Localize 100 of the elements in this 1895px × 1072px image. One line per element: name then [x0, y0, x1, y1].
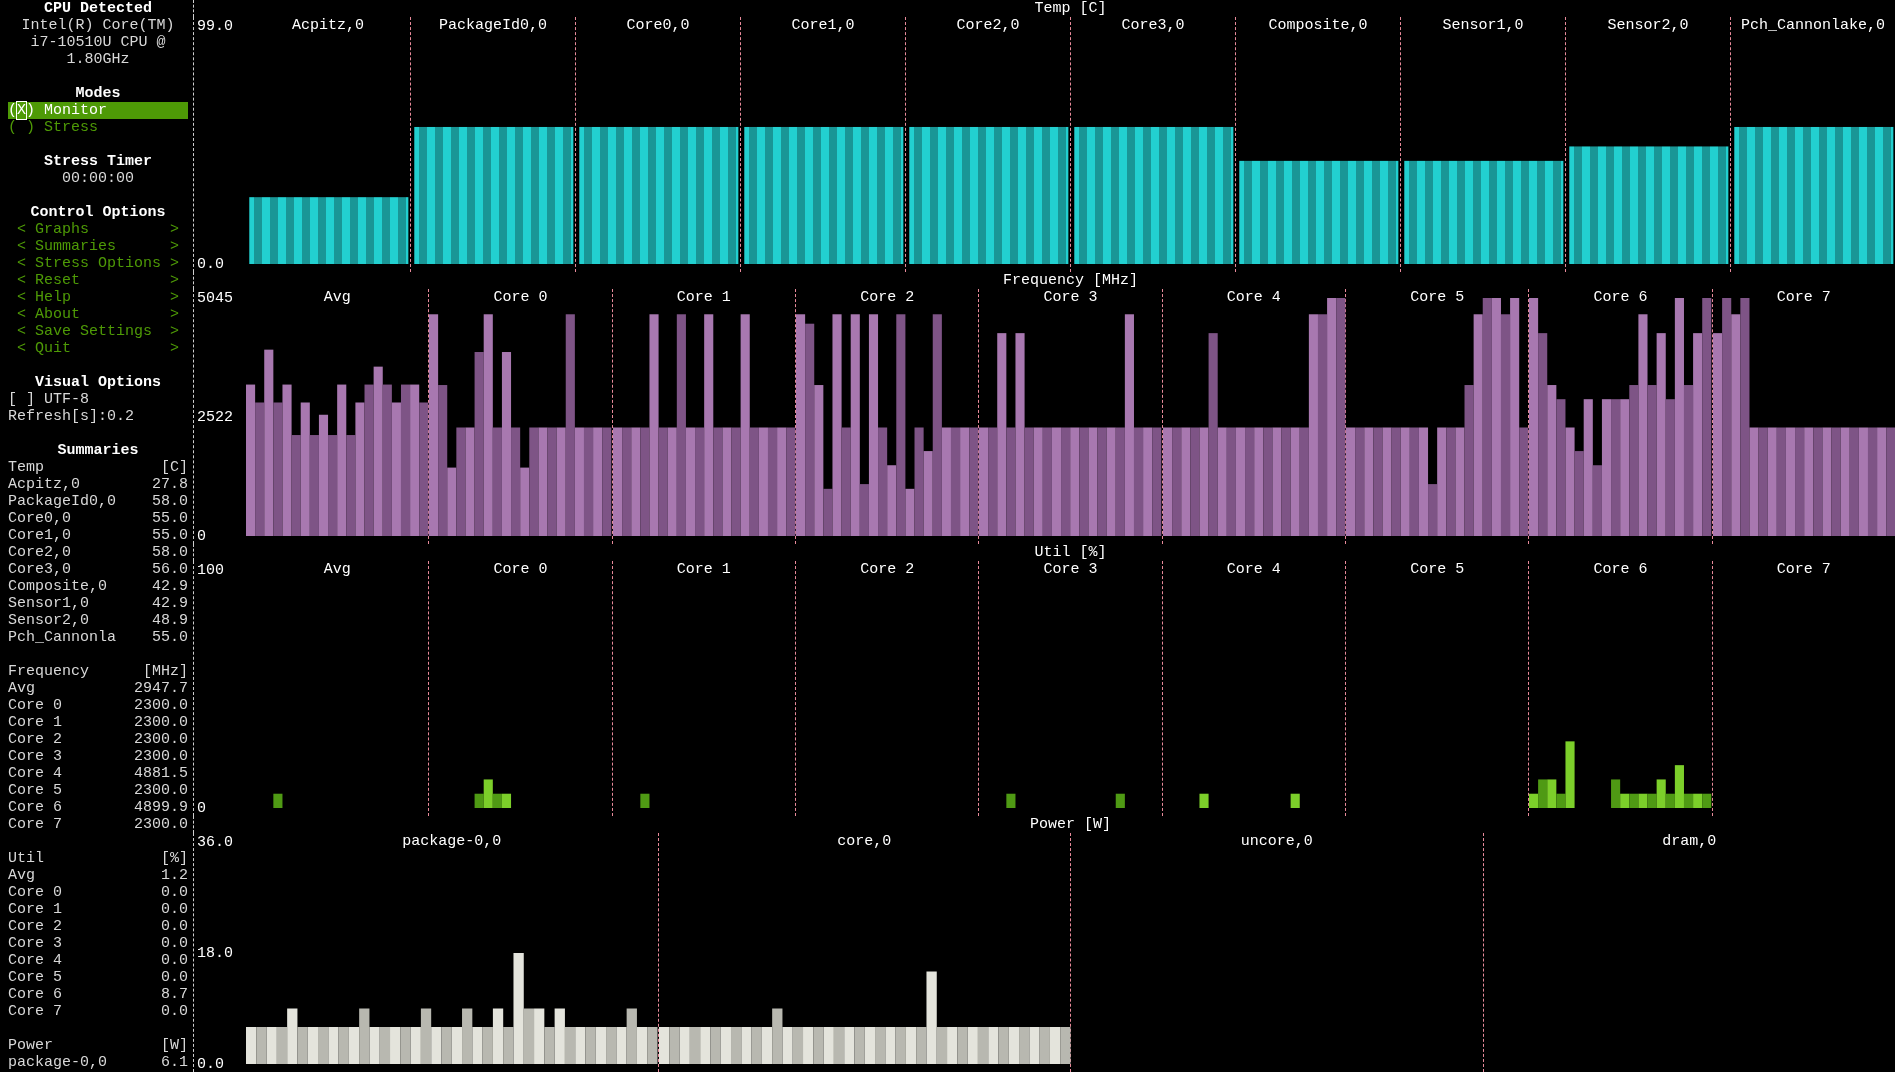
mode-radio[interactable]: ( ) Stress	[8, 119, 188, 136]
summary-label: Core 1	[8, 901, 62, 918]
summary-label: Avg	[8, 680, 35, 697]
column-header: Pch_Cannonlake,0	[1741, 17, 1885, 34]
section-heading: CPU Detected	[44, 0, 152, 17]
column-header: Core 3	[1043, 561, 1098, 578]
graph-title: Frequency [MHz]	[1003, 272, 1138, 289]
summary-value: 2947.7	[134, 680, 188, 697]
summary-value: 0.0	[161, 918, 188, 935]
summary-value: 0.0	[161, 1003, 188, 1020]
stress-timer-value: 00:00:00	[62, 170, 134, 187]
axis-label: 2522	[197, 408, 233, 425]
menu-button[interactable]: < Summaries >	[8, 238, 188, 255]
summary-value: 2300.0	[134, 816, 188, 833]
summary-value: 2300.0	[134, 782, 188, 799]
column-header: dram,0	[1662, 833, 1717, 850]
section-heading: Visual Options	[35, 374, 161, 391]
summary-value: 27.8	[152, 476, 188, 493]
summary-label: Core 3	[8, 935, 62, 952]
column-header: Core 6	[1593, 561, 1648, 578]
summary-value: 48.9	[152, 612, 188, 629]
column-header: package-0,0	[402, 833, 502, 850]
summary-value: 1.2	[161, 867, 188, 884]
menu-button[interactable]: < Help >	[8, 289, 188, 306]
summary-value: 2300.0	[134, 731, 188, 748]
column-header: Sensor2,0	[1607, 17, 1689, 34]
summary-unit: [MHz]	[143, 663, 188, 680]
menu-button[interactable]: < Graphs >	[8, 221, 188, 238]
summary-value: 6.1	[161, 1054, 188, 1071]
menu-button[interactable]: < Stress Options >	[8, 255, 188, 272]
column-header: Core 7	[1776, 561, 1831, 578]
summary-label: Avg	[8, 867, 35, 884]
summary-value: 58.0	[152, 544, 188, 561]
cpu-model-text: 1.80GHz	[66, 51, 130, 68]
summary-label: Core 0	[8, 884, 62, 901]
column-header: Core 5	[1410, 289, 1465, 306]
axis-label: 0.0	[197, 1055, 224, 1072]
summary-group-title: Power	[8, 1037, 53, 1054]
section-heading: Stress Timer	[44, 153, 152, 170]
summary-value: 42.9	[152, 595, 188, 612]
summary-label: Core 2	[8, 918, 62, 935]
summary-value: 0.0	[161, 901, 188, 918]
summary-value: 0.0	[161, 952, 188, 969]
axis-label: 18.0	[197, 944, 233, 961]
axis-label: 100	[197, 561, 224, 578]
summary-label: Core 1	[8, 714, 62, 731]
summary-label: Core 3	[8, 748, 62, 765]
summary-value: 55.0	[152, 527, 188, 544]
column-header: Core 0	[493, 561, 548, 578]
menu-button[interactable]: < About >	[8, 306, 188, 323]
summary-label: Core2,0	[8, 544, 71, 561]
column-header: Acpitz,0	[292, 17, 364, 34]
column-header: Sensor1,0	[1442, 17, 1524, 34]
section-heading: Summaries	[57, 442, 139, 459]
column-header: Avg	[323, 289, 351, 306]
summary-label: Acpitz,0	[8, 476, 80, 493]
summary-label: Core 5	[8, 782, 62, 799]
menu-button[interactable]: < Reset >	[8, 272, 188, 289]
summary-label: Core 5	[8, 969, 62, 986]
summary-label: package-0,0	[8, 1054, 108, 1071]
summary-label: Pch_Cannonla	[8, 629, 117, 646]
summary-value: 55.0	[152, 510, 188, 527]
summary-unit: [%]	[161, 850, 188, 867]
axis-label: 99.0	[197, 17, 233, 34]
summary-group-title: Temp	[8, 459, 44, 476]
column-header: Core 4	[1226, 289, 1281, 306]
summary-value: 2300.0	[134, 697, 188, 714]
summary-label: Core0,0	[8, 510, 71, 527]
summary-label: Core 0	[8, 697, 62, 714]
axis-label: 5045	[197, 289, 233, 306]
column-header: Core 5	[1410, 561, 1465, 578]
summary-value: 55.0	[152, 629, 188, 646]
summary-unit: [W]	[161, 1037, 188, 1054]
column-header: PackageId0,0	[439, 17, 547, 34]
column-header: uncore,0	[1240, 833, 1313, 850]
utf8-checkbox[interactable]: [ ] UTF-8	[8, 391, 188, 408]
menu-button[interactable]: < Save Settings >	[8, 323, 188, 340]
summary-label: Core 2	[8, 731, 62, 748]
summary-value: 56.0	[152, 561, 188, 578]
axis-label: 36.0	[197, 833, 233, 850]
column-header: Core 2	[860, 289, 915, 306]
summary-label: Core1,0	[8, 527, 71, 544]
summary-value: 2300.0	[134, 748, 188, 765]
menu-button[interactable]: < Quit >	[8, 340, 188, 357]
column-header: Core 4	[1226, 561, 1281, 578]
summary-value: 2300.0	[134, 714, 188, 731]
column-header: Core1,0	[791, 17, 855, 34]
column-header: Core2,0	[956, 17, 1020, 34]
summary-label: Core 7	[8, 816, 62, 833]
column-header: Core 1	[676, 561, 731, 578]
summary-label: Sensor1,0	[8, 595, 89, 612]
summary-group-title: Util	[8, 850, 44, 867]
summary-label: PackageId0,0	[8, 493, 117, 510]
summary-group-title: Frequency	[8, 663, 89, 680]
column-header: Core 6	[1593, 289, 1648, 306]
column-header: Core 7	[1776, 289, 1831, 306]
graph-title: Util [%]	[1034, 544, 1107, 561]
summary-value: 4899.9	[134, 799, 188, 816]
summary-unit: [C]	[161, 459, 188, 476]
section-heading: Control Options	[30, 204, 166, 221]
